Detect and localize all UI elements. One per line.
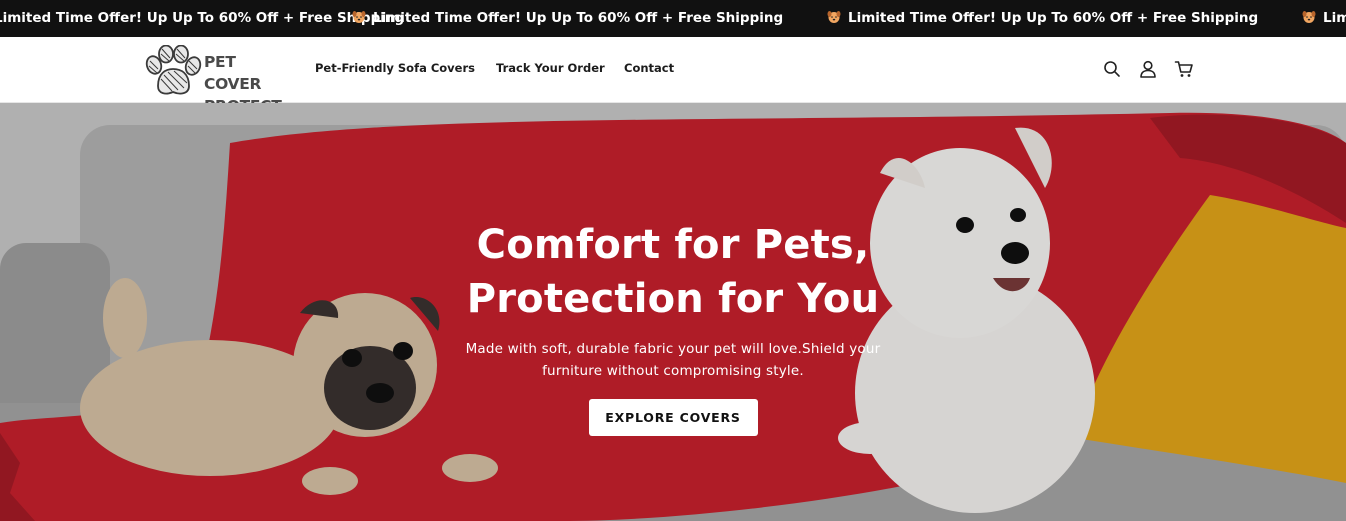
hero-banner: Comfort for Pets, Protection for You Mad… bbox=[0, 103, 1346, 521]
nav-link-sofa-covers[interactable]: Pet-Friendly Sofa Covers bbox=[315, 61, 475, 75]
explore-covers-button[interactable]: EXPLORE COVERS bbox=[588, 399, 758, 436]
logo[interactable]: PET COVER PROTECT bbox=[144, 42, 294, 115]
nav-link-contact[interactable]: Contact bbox=[624, 61, 674, 75]
announcement-item: Limited Time Offer! Up Up To 60% Off + F… bbox=[0, 0, 404, 37]
hero-title-line-1: Comfort for Pets, bbox=[476, 222, 870, 268]
announcement-item: Limited Time Offer! Up Up To 60% Off + F… bbox=[352, 0, 783, 37]
hero-subtitle: Made with soft, durable fabric your pet … bbox=[465, 341, 881, 379]
dog-face-icon bbox=[827, 11, 841, 23]
account-icon[interactable] bbox=[1138, 59, 1158, 79]
hero-content: Comfort for Pets, Protection for You Mad… bbox=[423, 218, 923, 436]
logo-line-1: PET COVER bbox=[204, 53, 262, 93]
announcement-bar: Limited Time Offer! Up Up To 60% Off + F… bbox=[0, 0, 1346, 37]
announcement-item: Limited Time Offer! Up Up To 60% Off + F… bbox=[1302, 0, 1346, 37]
hero-title: Comfort for Pets, Protection for You bbox=[423, 218, 923, 326]
search-icon[interactable] bbox=[1102, 59, 1122, 79]
dog-face-icon bbox=[1302, 11, 1316, 23]
nav-link-track-order[interactable]: Track Your Order bbox=[496, 61, 605, 75]
cart-icon[interactable] bbox=[1174, 59, 1194, 79]
announcement-text: Limited Time Offer! Up Up To 60% Off + F… bbox=[0, 10, 405, 26]
announcement-item: Limited Time Offer! Up Up To 60% Off + F… bbox=[827, 0, 1258, 37]
announcement-text: Limited Time Offer! Up Up To 60% Off + F… bbox=[373, 10, 784, 26]
paw-icon bbox=[145, 45, 202, 95]
hero-title-line-2: Protection for You bbox=[466, 276, 880, 322]
site-header: PET COVER PROTECT Pet-Friendly Sofa Cove… bbox=[0, 37, 1346, 115]
announcement-text: Limited Time Offer! Up Up To 60% Off + F… bbox=[848, 10, 1259, 26]
dog-face-icon bbox=[352, 11, 366, 23]
announcement-text: Limited Time Offer! Up Up To 60% Off + F… bbox=[1323, 10, 1346, 26]
